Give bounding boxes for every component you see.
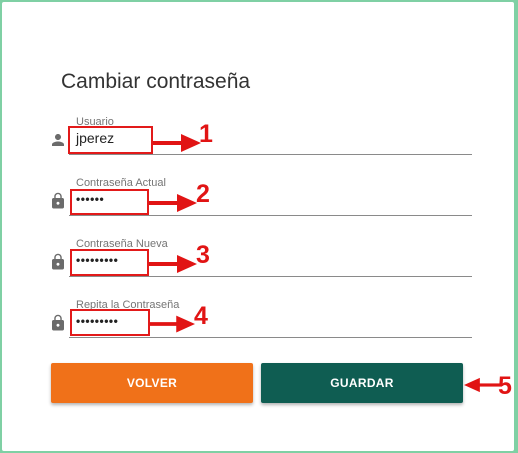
annotation-arrow-3: [149, 255, 197, 273]
annotation-number-3: 3: [196, 241, 210, 269]
lock-icon: [52, 314, 64, 331]
current-password-underline: [69, 215, 472, 216]
username-underline: [69, 154, 472, 155]
annotation-number-1: 1: [199, 120, 213, 148]
annotation-box-3: [70, 249, 149, 276]
current-password-label: Contraseña Actual: [76, 177, 166, 189]
back-button[interactable]: VOLVER: [51, 363, 253, 403]
annotation-number-5: 5: [498, 372, 512, 400]
lock-icon: [52, 253, 64, 270]
annotation-number-2: 2: [196, 180, 210, 208]
annotation-arrow-4: [150, 315, 195, 333]
annotation-number-4: 4: [194, 302, 208, 330]
page-title: Cambiar contraseña: [61, 70, 251, 93]
annotation-box-1: [68, 126, 153, 154]
save-button[interactable]: GUARDAR: [261, 363, 463, 403]
person-icon: [52, 134, 64, 146]
annotation-arrow-2: [149, 194, 197, 212]
new-password-underline: [69, 276, 472, 277]
lock-icon: [52, 192, 64, 209]
annotation-box-4: [70, 309, 150, 336]
annotation-box-2: [70, 189, 149, 215]
change-password-card: Cambiar contraseña Usuario jperez Contra…: [2, 2, 514, 451]
annotation-arrow-1: [153, 134, 201, 152]
repeat-password-underline: [69, 337, 472, 338]
annotation-arrow-5: [464, 377, 502, 393]
